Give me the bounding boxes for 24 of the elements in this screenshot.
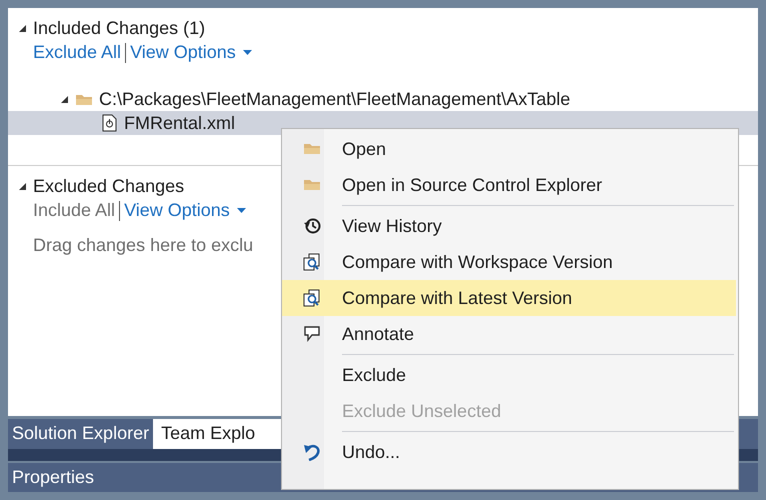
folder-row[interactable]: C:\Packages\FleetManagement\FleetManagement\AxTable <box>8 87 758 111</box>
menu-item[interactable]: Compare with Latest Version <box>282 280 736 316</box>
menu-item[interactable]: Compare with Workspace Version <box>282 244 736 280</box>
file-name: FMRental.xml <box>124 112 236 134</box>
link[interactable]: Exclude All <box>33 42 122 63</box>
caret-icon <box>236 208 246 213</box>
hint-text: Drag changes here to exclu <box>33 235 254 256</box>
history-icon <box>303 217 321 235</box>
document-icon <box>100 114 118 132</box>
section-title: Excluded Changes <box>33 176 184 197</box>
comment-icon <box>303 325 321 343</box>
file-path: C:\Packages\FleetManagement\FleetManagement\AxTable <box>99 88 570 110</box>
menu-item[interactable]: Annotate <box>282 316 736 352</box>
panel-title: Properties <box>11 467 94 488</box>
section-title: Included Changes (1) <box>33 18 206 39</box>
compare-icon <box>303 253 321 271</box>
menu-item[interactable]: Open in Source Control Explorer <box>282 167 736 203</box>
menu-item[interactable]: Exclude <box>282 357 736 393</box>
compare-icon <box>303 289 321 307</box>
link[interactable]: View Options <box>130 42 252 63</box>
caret-icon <box>242 50 252 55</box>
menu-item[interactable]: View History <box>282 208 736 244</box>
undo-icon <box>303 443 321 461</box>
link[interactable]: View Options <box>124 200 246 221</box>
